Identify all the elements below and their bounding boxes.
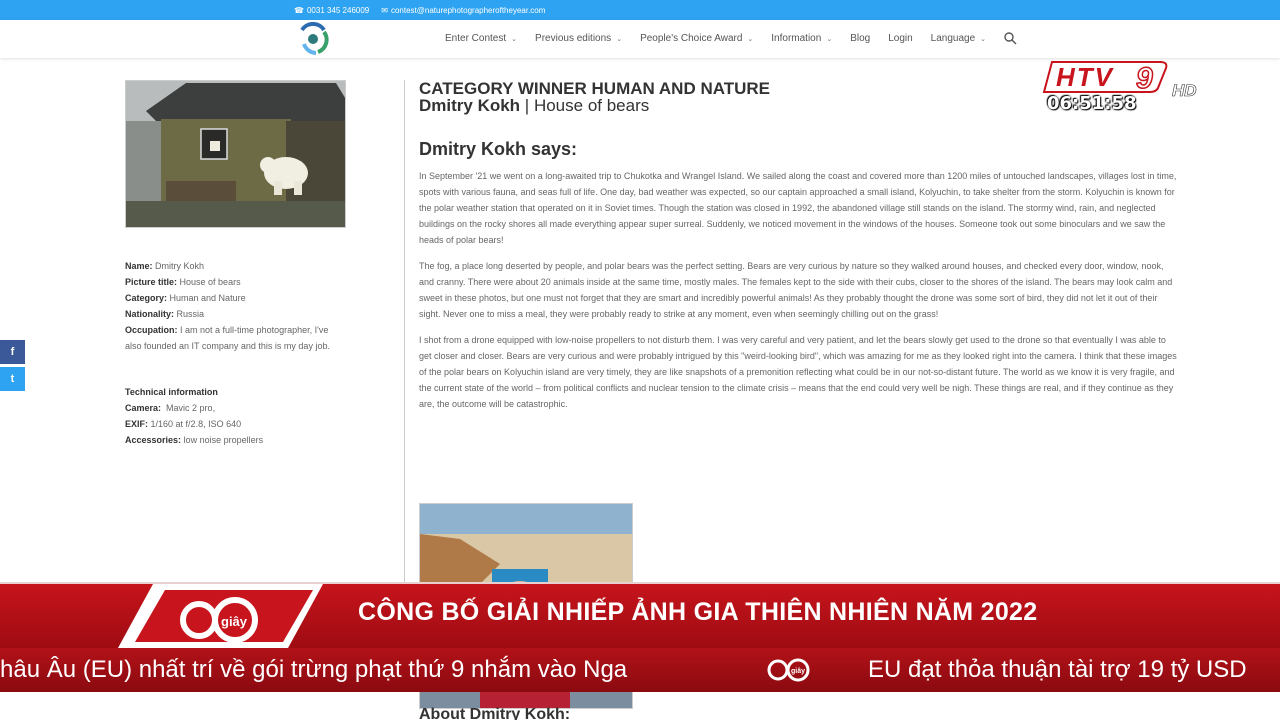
email-contact[interactable]: ✉ contest@naturephotographeroftheyear.com (381, 6, 545, 15)
menu-previous-editions[interactable]: Previous editions ⌄ (535, 33, 622, 44)
article-paragraph: I shot from a drone equipped with low-no… (419, 335, 1177, 409)
article-content: CATEGORY WINNER HUMAN AND NATURE Dmitry … (419, 80, 1179, 412)
photo-info: Name: Dmitry Kokh Picture title: House o… (125, 258, 355, 354)
menu-label: Login (888, 33, 913, 44)
svg-text:giây: giây (221, 614, 248, 629)
search-icon[interactable] (1003, 31, 1017, 45)
menu-peoples-choice[interactable]: People's Choice Award ⌄ (640, 33, 753, 44)
mail-icon: ✉ (381, 5, 388, 15)
facebook-share-button[interactable]: f (0, 340, 25, 364)
twitter-share-button[interactable]: t (0, 367, 25, 391)
tech-exif: EXIF: 1/160 at f/2.8, ISO 640 (125, 419, 242, 429)
60-giay-program-logo: giây (118, 584, 323, 648)
main-navigation: Enter Contest ⌄ Previous editions ⌄ People… (0, 20, 1280, 58)
top-info-bar: ☎ 0031 345 246009 ✉ contest@naturephotogra… (0, 0, 1280, 20)
menu-label: Blog (850, 33, 871, 44)
photo-title: House of bears (533, 96, 650, 115)
house-of-bears-image (126, 81, 345, 227)
info-category: Category: Human and Nature (125, 293, 246, 303)
menu-language[interactable]: Language ⌄ (931, 33, 986, 44)
phone-number: 0031 345 246009 (306, 5, 370, 15)
menu-label: People's Choice Award (640, 33, 743, 44)
60-giay-ticker-icon: giây (767, 658, 810, 682)
photo-details-column: Name: Dmitry Kokh Picture title: House o… (125, 80, 355, 448)
menu-blog[interactable]: Blog (850, 33, 870, 44)
phone-icon: ☎ (294, 5, 304, 15)
menu-enter-contest[interactable]: Enter Contest ⌄ (445, 33, 517, 44)
news-ticker: hâu Âu (EU) nhất trí về gói trừng phạt t… (0, 648, 1280, 692)
menu-label: Language (930, 33, 976, 44)
svg-text:HTV: HTV (1056, 62, 1115, 92)
winning-photo[interactable] (125, 80, 346, 228)
tech-camera: Camera: Mavic 2 pro, (125, 403, 216, 413)
info-nationality: Nationality: Russia (125, 309, 205, 319)
email-address: contest@naturephotographeroftheyear.com (390, 5, 546, 15)
menu-login[interactable]: Login (888, 33, 912, 44)
svg-text:giây: giây (791, 668, 805, 675)
svg-text:9: 9 (1136, 62, 1153, 95)
chevron-down-icon: ⌄ (826, 35, 833, 43)
facebook-icon: f (10, 346, 15, 358)
says-heading: Dmitry Kokh says: (419, 139, 578, 159)
info-occupation: Occupation: I am not a full-time photogr… (125, 325, 330, 351)
svg-text:HD: HD (1172, 81, 1197, 100)
chevron-down-icon: ⌄ (980, 35, 987, 43)
about-heading: About Dmitry Kokh: (419, 706, 571, 720)
technical-heading: Technical information (125, 387, 218, 397)
phone-contact[interactable]: ☎ 0031 345 246009 (294, 6, 369, 15)
article-paragraph: In September '21 we went on a long-await… (419, 171, 1177, 245)
photographer-name: Dmitry Kokh (419, 96, 521, 115)
tech-accessories: Accessories: low noise propellers (125, 435, 264, 445)
twitter-icon: t (10, 373, 15, 385)
news-headline: CÔNG BỐ GIẢI NHIẾP ẢNH GIA THIÊN NHIÊN N… (358, 598, 1038, 626)
menu-bar: Enter Contest ⌄ Previous editions ⌄ People… (445, 33, 1004, 44)
menu-label: Enter Contest (445, 33, 507, 44)
chevron-down-icon: ⌄ (511, 35, 518, 43)
screen: ☎ 0031 345 246009 ✉ contest@naturephotogra… (0, 0, 1280, 720)
menu-label: Information (771, 33, 822, 44)
menu-label: Previous editions (535, 33, 612, 44)
ticker-item: EU đạt thỏa thuận tài trợ 19 tỷ USD (868, 656, 1247, 683)
technical-info: Technical information Camera: Mavic 2 pr… (125, 384, 355, 448)
broadcast-clock: 06:51:58 (1047, 93, 1137, 114)
chevron-down-icon: ⌄ (747, 35, 754, 43)
chevron-down-icon: ⌄ (616, 35, 623, 43)
site-logo[interactable] (296, 22, 330, 56)
info-title: Picture title: House of bears (125, 277, 241, 287)
info-name: Name: Dmitry Kokh (125, 261, 205, 271)
menu-information[interactable]: Information ⌄ (771, 33, 832, 44)
article-paragraph: The fog, a place long deserted by people… (419, 261, 1173, 319)
ticker-item: hâu Âu (EU) nhất trí về gói trừng phạt t… (0, 656, 628, 683)
